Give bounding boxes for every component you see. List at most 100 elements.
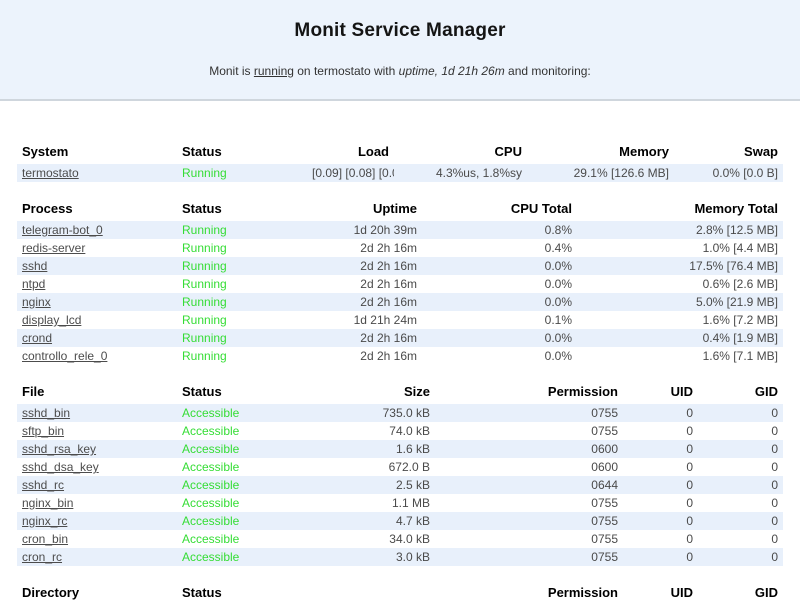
cell-value: 0 [698, 512, 783, 530]
cell-value: 2d 2h 16m [307, 293, 422, 311]
system-row-termostato: termostatoRunning[0.09] [0.08] [0.06]4.3… [17, 164, 783, 182]
cell-value: 0 [623, 422, 698, 440]
service-link-crond[interactable]: crond [22, 331, 52, 345]
status-text: Accessible [182, 532, 239, 546]
cell-value: 34.0 kB [307, 530, 435, 548]
service-link-display_lcd[interactable]: display_lcd [22, 313, 81, 327]
service-link-nginx_bin[interactable]: nginx_bin [22, 496, 73, 510]
process-row-nginx: nginxRunning2d 2h 16m0.0%5.0% [21.9 MB] [17, 293, 783, 311]
column-header-gid: GID [698, 582, 783, 605]
status-text: Running [182, 166, 227, 180]
service-link-sftp_bin[interactable]: sftp_bin [22, 424, 64, 438]
service-link-cron_bin[interactable]: cron_bin [22, 532, 68, 546]
status-cell: Accessible [177, 494, 307, 512]
service-name-cell: display_lcd [17, 311, 177, 329]
column-header-swap: Swap [674, 141, 783, 164]
status-cell: Accessible [177, 422, 307, 440]
cell-value: 0 [623, 548, 698, 566]
cell-value: 29.1% [126.6 MB] [527, 164, 674, 182]
file-row-nginx_rc: nginx_rcAccessible4.7 kB075500 [17, 512, 783, 530]
cell-value: 672.0 B [307, 458, 435, 476]
service-name-cell: redis-server [17, 239, 177, 257]
status-text: Running [182, 259, 227, 273]
status-line-middle: on termostato with [294, 64, 399, 78]
service-link-telegram-bot_0[interactable]: telegram-bot_0 [22, 223, 103, 237]
column-header-status: Status [177, 381, 307, 404]
cell-value: 2.8% [12.5 MB] [577, 221, 783, 239]
file-row-sshd_bin: sshd_binAccessible735.0 kB075500 [17, 404, 783, 422]
service-name-cell: controllo_rele_0 [17, 347, 177, 365]
status-cell: Running [177, 257, 307, 275]
column-header-uid: UID [623, 381, 698, 404]
file-row-cron_rc: cron_rcAccessible3.0 kB075500 [17, 548, 783, 566]
service-link-controllo_rele_0[interactable]: controllo_rele_0 [22, 349, 107, 363]
cell-value: 1d 20h 39m [307, 221, 422, 239]
process-row-redis-server: redis-serverRunning2d 2h 16m0.4%1.0% [4.… [17, 239, 783, 257]
cell-value: 0 [698, 494, 783, 512]
service-link-sshd_bin[interactable]: sshd_bin [22, 406, 70, 420]
service-link-nginx_rc[interactable]: nginx_rc [22, 514, 67, 528]
cell-value: 2d 2h 16m [307, 347, 422, 365]
service-name-cell: sshd_rsa_key [17, 440, 177, 458]
cell-value: 0644 [435, 476, 623, 494]
cell-value: 0.4% [422, 239, 577, 257]
cell-value: 0 [623, 440, 698, 458]
file-row-nginx_bin: nginx_binAccessible1.1 MB075500 [17, 494, 783, 512]
column-header-permission: Permission [435, 381, 623, 404]
status-cell: Running [177, 293, 307, 311]
file-header-row: FileStatusSizePermissionUIDGID [17, 381, 783, 404]
cell-value: 0755 [435, 530, 623, 548]
status-text: Running [182, 313, 227, 327]
directory-header-row: DirectoryStatusPermissionUIDGID [17, 582, 783, 605]
service-name-cell: cron_bin [17, 530, 177, 548]
service-link-ntpd[interactable]: ntpd [22, 277, 45, 291]
column-header-size: Size [307, 381, 435, 404]
service-link-nginx[interactable]: nginx [22, 295, 51, 309]
column-header-status: Status [177, 582, 307, 605]
cell-value: 0 [698, 476, 783, 494]
cell-value: 2d 2h 16m [307, 239, 422, 257]
service-name-cell: nginx [17, 293, 177, 311]
page-header: Monit Service Manager Monit is running o… [0, 0, 800, 101]
cell-value: 74.0 kB [307, 422, 435, 440]
service-link-sshd_rsa_key[interactable]: sshd_rsa_key [22, 442, 96, 456]
process-table: ProcessStatusUptimeCPU TotalMemory Total… [17, 198, 783, 365]
column-header-file: File [17, 381, 177, 404]
cell-value: 0 [698, 458, 783, 476]
status-cell: Running [177, 347, 307, 365]
service-name-cell: termostato [17, 164, 177, 182]
service-name-cell: cron_rc [17, 548, 177, 566]
service-name-cell: nginx_bin [17, 494, 177, 512]
cell-value: 0 [698, 440, 783, 458]
column-header-gid: GID [698, 381, 783, 404]
column-header-process: Process [17, 198, 177, 221]
cell-value: 0755 [435, 404, 623, 422]
process-row-sshd: sshdRunning2d 2h 16m0.0%17.5% [76.4 MB] [17, 257, 783, 275]
cell-value: 0.8% [422, 221, 577, 239]
service-link-cron_rc[interactable]: cron_rc [22, 550, 62, 564]
status-cell: Running [177, 311, 307, 329]
service-link-sshd[interactable]: sshd [22, 259, 47, 273]
cell-value: 1.1 MB [307, 494, 435, 512]
process-row-crond: crondRunning2d 2h 16m0.0%0.4% [1.9 MB] [17, 329, 783, 347]
service-link-redis-server[interactable]: redis-server [22, 241, 85, 255]
cell-value: 5.0% [21.9 MB] [577, 293, 783, 311]
running-link[interactable]: running [254, 64, 294, 78]
cell-value: 0 [623, 494, 698, 512]
service-link-sshd_dsa_key[interactable]: sshd_dsa_key [22, 460, 99, 474]
service-link-sshd_rc[interactable]: sshd_rc [22, 478, 64, 492]
file-row-sftp_bin: sftp_binAccessible74.0 kB075500 [17, 422, 783, 440]
status-text: Accessible [182, 496, 239, 510]
cell-value: 0755 [435, 512, 623, 530]
column-header-uptime: Uptime [307, 198, 422, 221]
service-name-cell: crond [17, 329, 177, 347]
cell-value: 0 [698, 422, 783, 440]
status-cell: Running [177, 164, 307, 182]
file-row-sshd_rsa_key: sshd_rsa_keyAccessible1.6 kB060000 [17, 440, 783, 458]
cell-value: 0.6% [2.6 MB] [577, 275, 783, 293]
file-row-sshd_rc: sshd_rcAccessible2.5 kB064400 [17, 476, 783, 494]
column-header-load: Load [307, 141, 394, 164]
status-cell: Accessible [177, 512, 307, 530]
service-link-termostato[interactable]: termostato [22, 166, 79, 180]
status-text: Running [182, 331, 227, 345]
